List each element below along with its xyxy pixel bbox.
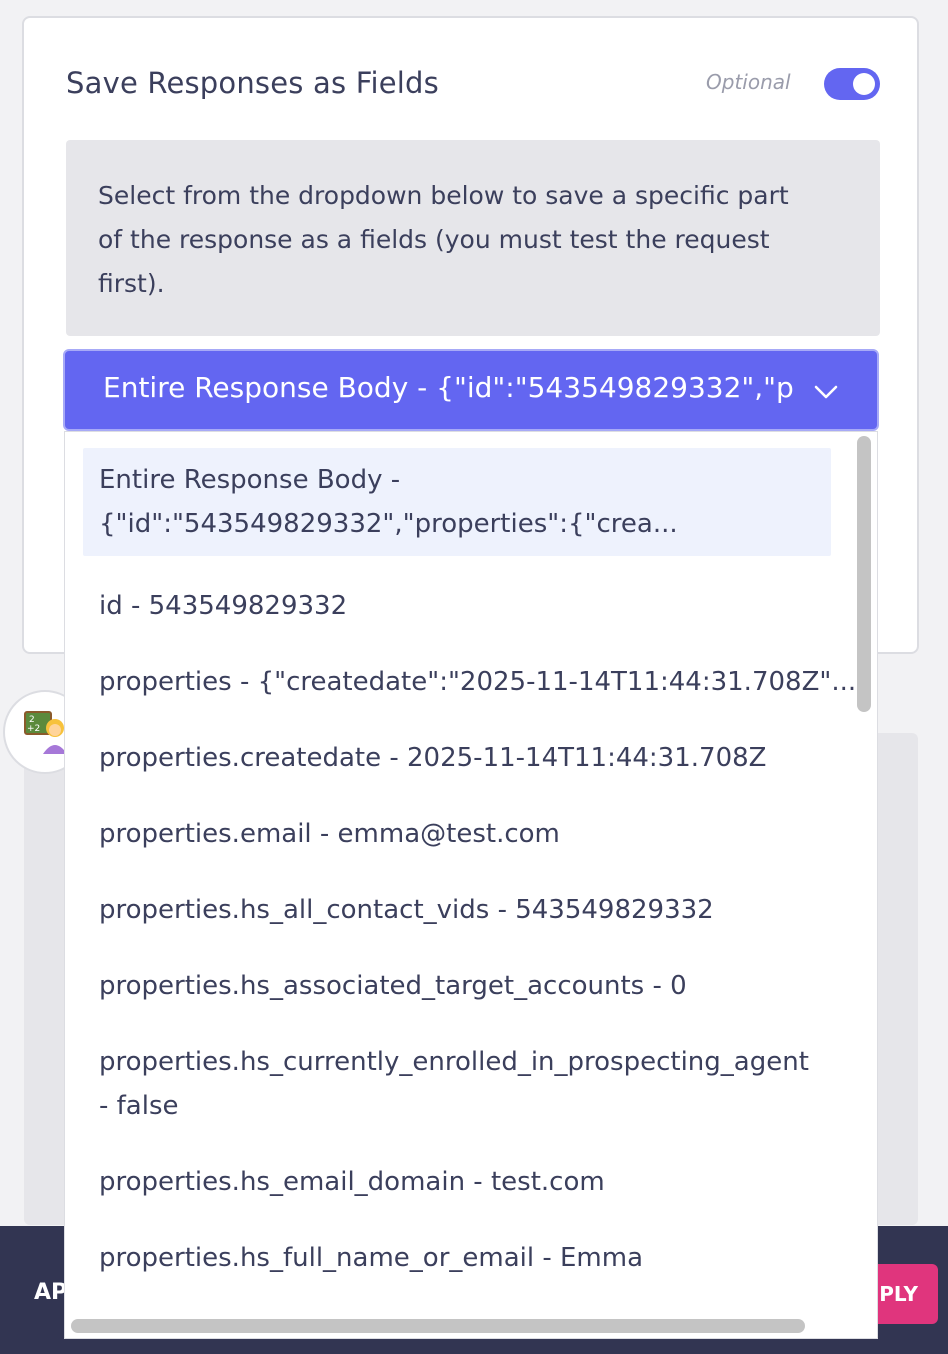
info-line: of the response as a fields (you must te… [98, 225, 770, 254]
horizontal-scrollbar[interactable] [71, 1319, 805, 1333]
dropdown-option[interactable]: properties.hs_full_name_or_email - Emma [83, 1236, 831, 1280]
option-label: properties.hs_all_contact_vids - 5435498… [99, 895, 714, 925]
option-label: {"id":"543549829332","properties":{"crea… [99, 509, 678, 539]
dropdown-option[interactable]: properties.hs_currently_enrolled_in_pros… [83, 1040, 831, 1128]
svg-text:+2: +2 [27, 724, 40, 734]
response-field-select[interactable]: Entire Response Body - {"id":"5435498293… [63, 349, 879, 431]
response-field-dropdown[interactable]: Entire Response Body - {"id":"5435498293… [64, 431, 878, 1339]
option-label: properties.createdate - 2025-11-14T11:44… [99, 743, 767, 773]
optional-label: Optional [706, 70, 791, 94]
dropdown-option[interactable]: properties.hs_associated_target_accounts… [83, 964, 831, 1008]
option-label: id - 543549829332 [99, 591, 348, 621]
dropdown-option[interactable]: Entire Response Body - {"id":"5435498293… [83, 448, 831, 556]
dropdown-option[interactable]: properties - {"createdate":"2025-11-14T1… [83, 660, 857, 704]
info-line: first). [98, 269, 165, 298]
bottom-left-label[interactable]: AP [34, 1280, 67, 1305]
dropdown-option[interactable]: properties.createdate - 2025-11-14T11:44… [83, 736, 831, 780]
info-line: Select from the dropdown below to save a… [98, 181, 789, 210]
dropdown-option[interactable]: id - 543549829332 [83, 584, 831, 628]
toggle-knob [853, 73, 875, 95]
option-label: properties.hs_email_domain - test.com [99, 1167, 605, 1197]
chevron-down-icon [814, 385, 838, 399]
dropdown-option[interactable]: properties.hs_email_domain - test.com [83, 1160, 831, 1204]
option-label: properties - {"createdate":"2025-11-14T1… [99, 667, 857, 697]
option-label: properties.hs_associated_target_accounts… [99, 971, 687, 1001]
page: 2 +2 AP PLY Save Responses as Fields Opt… [0, 0, 948, 1354]
info-box: Select from the dropdown below to save a… [66, 140, 880, 336]
option-label: properties.hs_currently_enrolled_in_pros… [99, 1047, 809, 1077]
dropdown-option[interactable]: properties.hs_all_contact_vids - 5435498… [83, 888, 831, 932]
dropdown-option[interactable]: properties.email - emma@test.com [83, 812, 831, 856]
vertical-scrollbar[interactable] [857, 436, 871, 712]
select-value: Entire Response Body - {"id":"5435498293… [103, 371, 793, 404]
card-title: Save Responses as Fields [66, 66, 439, 100]
option-label: properties.hs_full_name_or_email - Emma [99, 1243, 644, 1273]
option-label: properties.email - emma@test.com [99, 819, 560, 849]
save-responses-toggle[interactable] [824, 68, 880, 100]
option-label: Entire Response Body - [99, 465, 401, 495]
option-label: - false [99, 1091, 179, 1121]
